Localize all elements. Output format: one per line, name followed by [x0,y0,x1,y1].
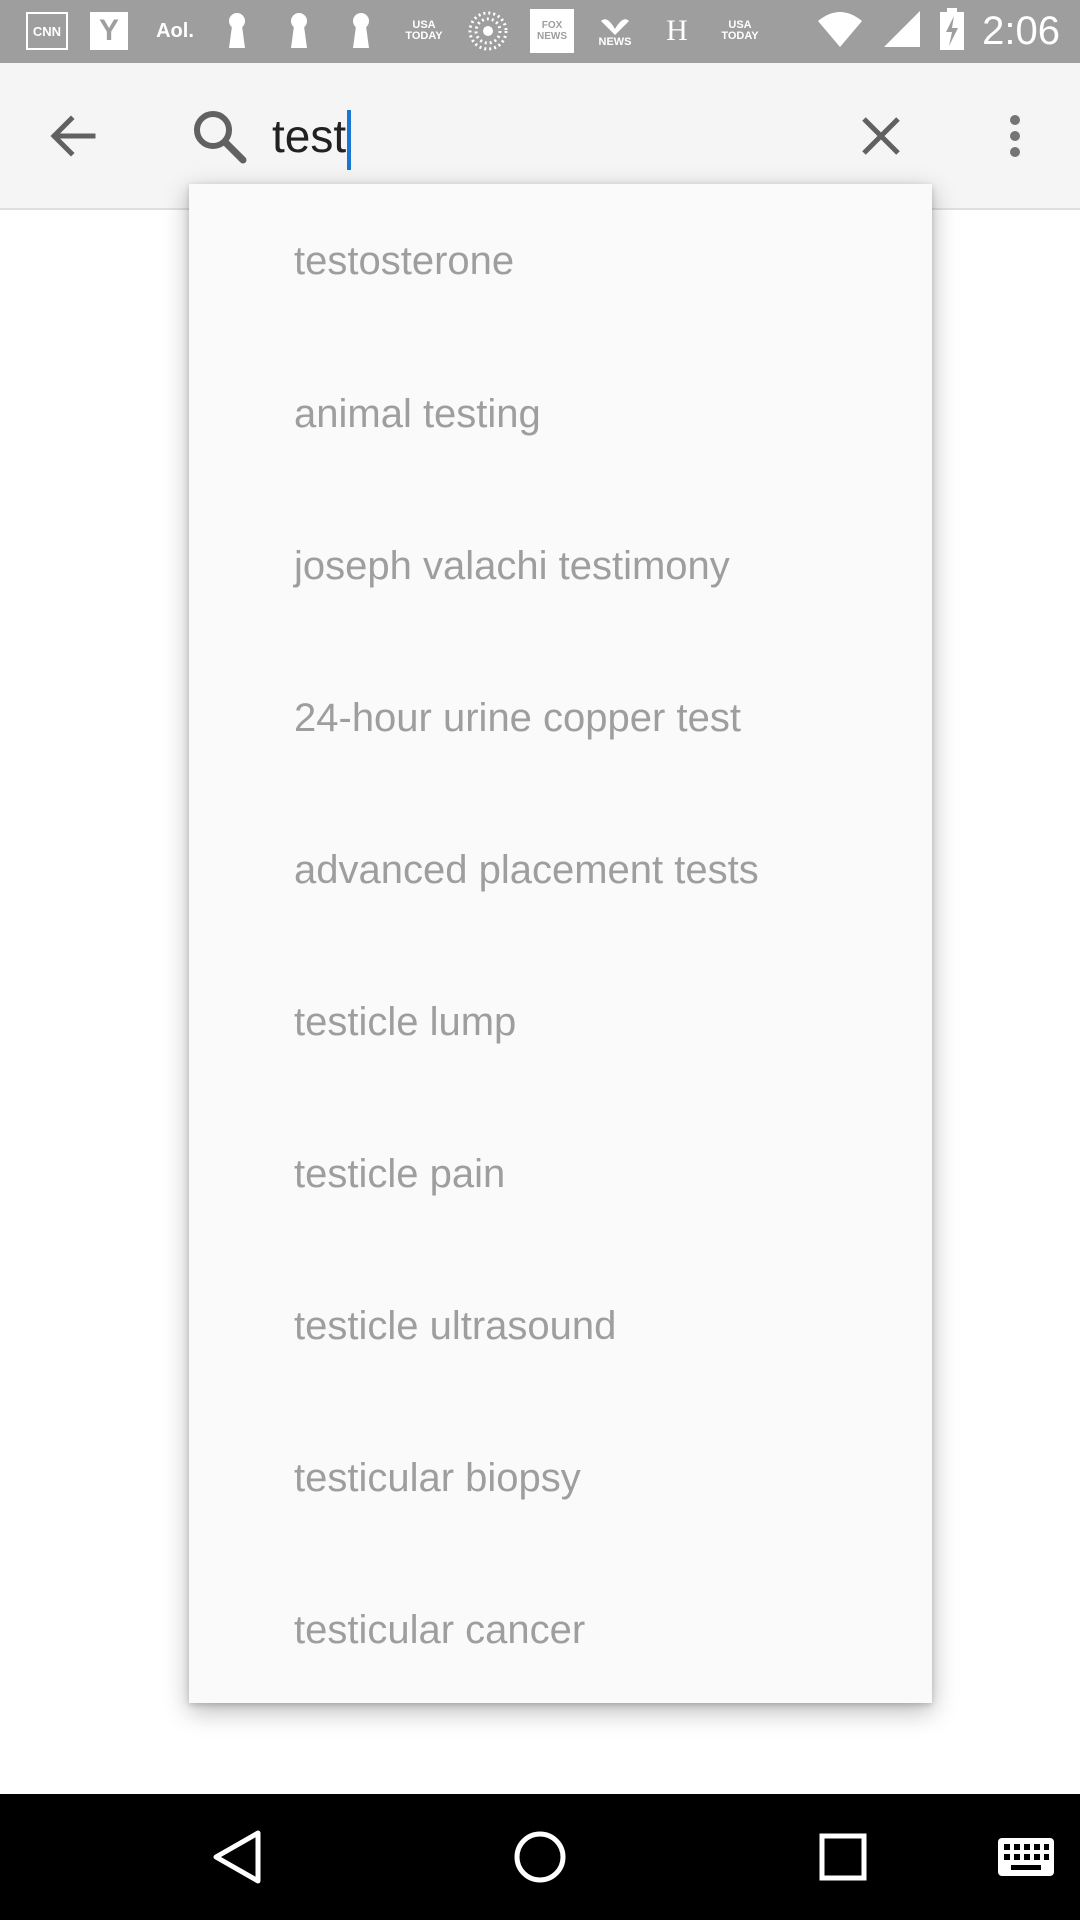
nav-home-icon [514,1831,566,1883]
yahoo-icon: Y [90,12,128,50]
suggestion-item[interactable]: testicle lump [189,946,932,1098]
system-nav-bar [0,1794,1080,1920]
back-button[interactable] [40,103,106,169]
clear-search-button[interactable] [848,103,914,169]
search-input[interactable]: test [272,103,352,170]
suggestion-item[interactable]: testicle pain [189,1098,932,1250]
nav-back-button[interactable] [201,1822,271,1892]
search-suggestions-list: testosterone animal testing joseph valac… [189,184,932,1703]
suggestion-item[interactable]: testicular cancer [189,1554,932,1706]
nbc-news-icon: NEWS [592,12,638,50]
back-arrow-icon [50,115,96,157]
cnn-icon: CNN [26,12,68,50]
wifi-icon [816,9,864,54]
keyboard-switch-button[interactable] [993,1822,1059,1892]
search-query-text: test [272,110,347,162]
more-vert-icon [1010,115,1020,157]
battery-charging-icon [940,8,965,55]
keyboard-icon [998,1838,1054,1876]
dots-circle-icon [466,11,510,51]
suggestion-item[interactable]: joseph valachi testimony [189,490,932,642]
suggestion-item[interactable]: testicle ultrasound [189,1250,932,1402]
usa-today-icon-2: USA TODAY [721,19,759,42]
suggestion-item[interactable]: testosterone [189,184,932,338]
nav-recents-button[interactable] [808,1822,878,1892]
status-icons: 2:06 [816,0,1060,63]
keyhole-icon-3 [348,12,374,50]
text-cursor [347,109,352,170]
keyhole-icon-2 [286,12,312,50]
aol-icon: Aol. [156,19,194,42]
history-icon: H [666,14,688,47]
suggestion-item[interactable]: advanced placement tests [189,794,932,946]
signal-icon [882,9,922,54]
more-options-button[interactable] [990,103,1040,169]
status-bar: CNN Y Aol. USA TODAY FOX NEWS NEWS H USA… [0,0,1080,63]
clock: 2:06 [982,9,1060,53]
search-icon [190,107,248,165]
nav-recents-icon [819,1833,867,1881]
suggestion-item[interactable]: animal testing [189,338,932,490]
fox-news-icon: FOX NEWS [530,9,574,53]
close-icon [862,117,900,155]
nav-home-button[interactable] [505,1822,575,1892]
keyhole-icon-1 [224,12,250,50]
usa-today-icon: USA TODAY [405,19,443,42]
suggestion-item[interactable]: 24-hour urine copper test [189,642,932,794]
suggestion-item[interactable]: testicular biopsy [189,1402,932,1554]
nav-back-icon [213,1830,261,1884]
